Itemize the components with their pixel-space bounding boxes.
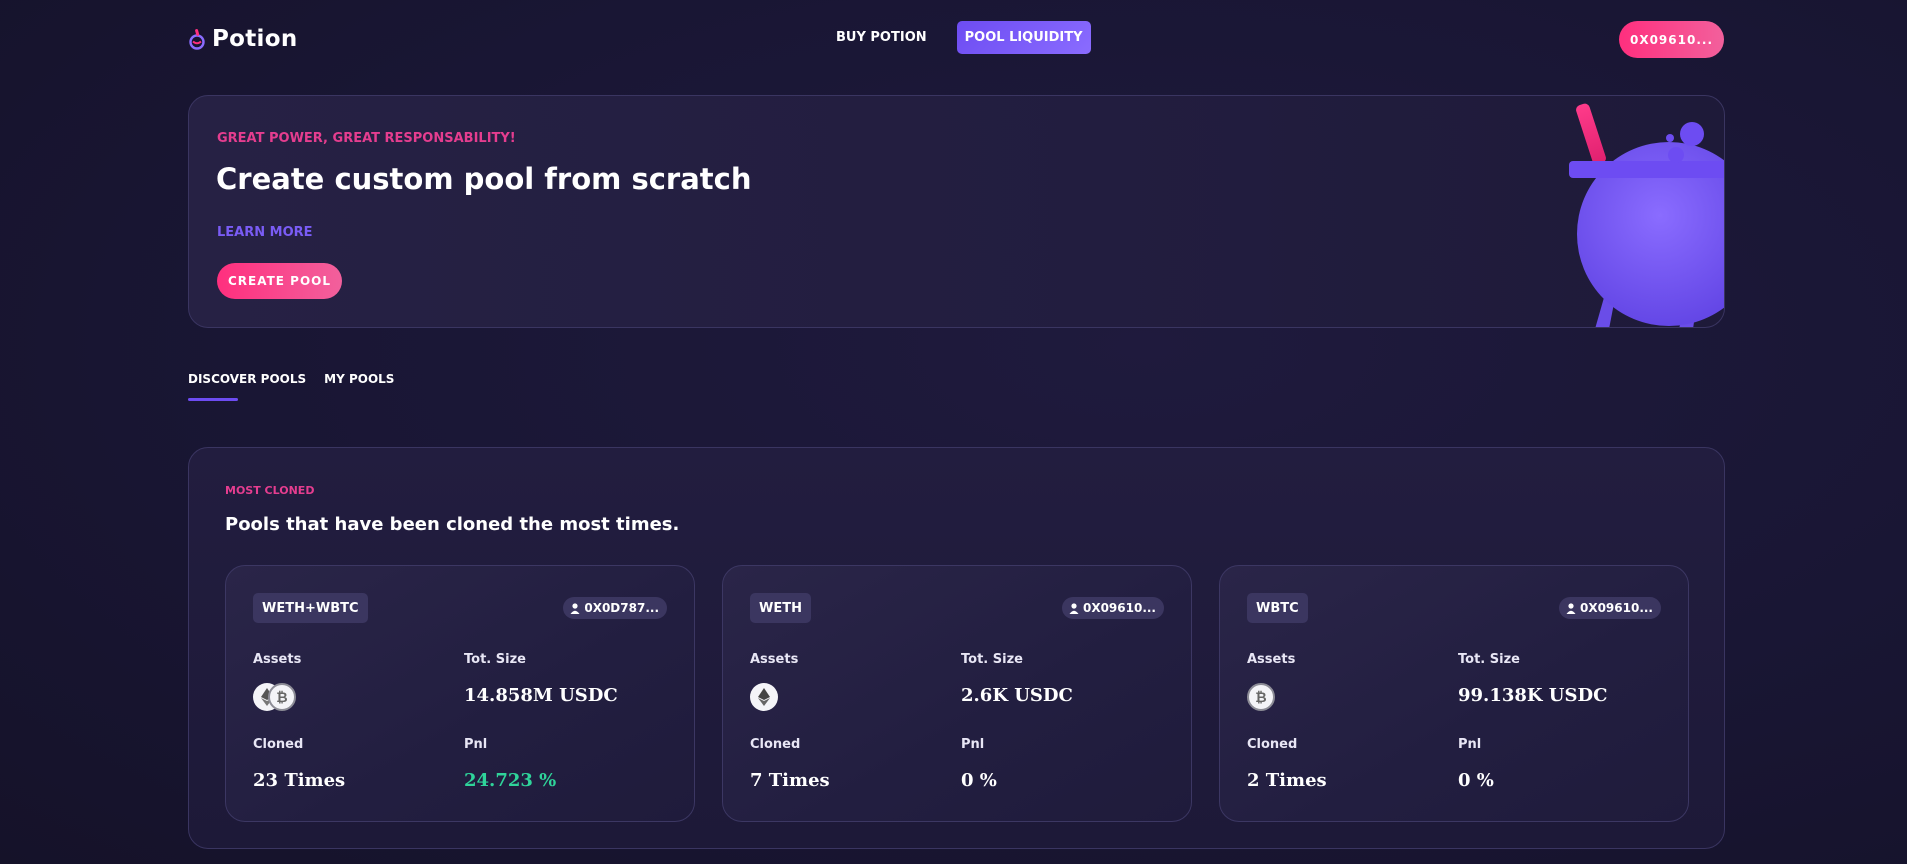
active-tab-indicator — [188, 398, 238, 401]
nav-pool-liquidity[interactable]: POOL LIQUIDITY — [956, 21, 1091, 54]
top-header: Potion BUY POTION POOL LIQUIDITY 0X09610… — [0, 0, 1907, 80]
owner-address: 0X0D787... — [584, 601, 659, 615]
cloned-label: Cloned — [1247, 737, 1298, 752]
cloned-count: 23 Times — [253, 770, 346, 791]
pnl-value: 24.723 % — [464, 770, 557, 791]
btc-icon: ₿ — [268, 683, 296, 711]
hero-title: Create custom pool from scratch — [216, 162, 752, 196]
potion-logo-icon — [189, 29, 205, 50]
logo[interactable]: Potion — [188, 26, 298, 52]
tab-discover-pools[interactable]: DISCOVER POOLS — [188, 372, 306, 386]
pool-size: 14.858M USDC — [464, 685, 618, 706]
pool-name: WETH — [750, 593, 811, 623]
pool-tabs: DISCOVER POOLS MY POOLS — [188, 372, 394, 386]
pool-card[interactable]: WBTC 0X09610... Assets Tot. Size ₿ 99.13… — [1219, 565, 1689, 822]
user-icon — [570, 602, 580, 614]
pnl-label: Pnl — [464, 737, 488, 752]
pool-name: WBTC — [1247, 593, 1308, 623]
cloned-count: 7 Times — [750, 770, 830, 791]
eth-icon — [750, 683, 778, 711]
pool-name: WETH+WBTC — [253, 593, 368, 623]
assets-label: Assets — [253, 652, 302, 667]
assets-list: ₿ — [253, 683, 296, 711]
wallet-button[interactable]: 0X09610... — [1619, 21, 1724, 58]
assets-label: Assets — [750, 652, 799, 667]
create-pool-banner: GREAT POWER, GREAT RESPONSABILITY! Creat… — [188, 95, 1725, 328]
owner-address: 0X09610... — [1082, 601, 1156, 615]
pnl-value: 0 % — [1458, 770, 1494, 791]
logo-text: Potion — [212, 26, 298, 52]
assets-list: ₿ — [1247, 683, 1275, 711]
cloned-label: Cloned — [253, 737, 304, 752]
pnl-label: Pnl — [1458, 737, 1482, 752]
most-cloned-section: MOST CLONED Pools that have been cloned … — [188, 447, 1725, 849]
pnl-label: Pnl — [961, 737, 985, 752]
cloned-count: 2 Times — [1247, 770, 1327, 791]
main-nav: BUY POTION POOL LIQUIDITY — [828, 21, 1091, 54]
size-label: Tot. Size — [961, 652, 1023, 667]
user-icon — [1069, 602, 1079, 614]
create-pool-button[interactable]: CREATE POOL — [217, 263, 342, 299]
size-label: Tot. Size — [464, 652, 526, 667]
pnl-value: 0 % — [961, 770, 997, 791]
hero-kicker: GREAT POWER, GREAT RESPONSABILITY! — [217, 131, 516, 146]
user-icon — [1566, 602, 1576, 614]
assets-label: Assets — [1247, 652, 1296, 667]
btc-icon: ₿ — [1247, 683, 1275, 711]
tab-my-pools[interactable]: MY POOLS — [324, 372, 394, 386]
size-label: Tot. Size — [1458, 652, 1520, 667]
section-kicker: MOST CLONED — [225, 484, 315, 497]
section-title: Pools that have been cloned the most tim… — [225, 514, 680, 535]
pool-size: 2.6K USDC — [961, 685, 1073, 706]
pool-owner[interactable]: 0X09610... — [1061, 597, 1164, 619]
pool-owner[interactable]: 0X0D787... — [563, 597, 667, 619]
assets-list — [750, 683, 778, 711]
cloned-label: Cloned — [750, 737, 801, 752]
cauldron-illustration — [1569, 103, 1724, 327]
learn-more-link[interactable]: LEARN MORE — [217, 225, 313, 240]
pool-card[interactable]: WETH 0X09610... Assets Tot. Size 2.6K US… — [722, 565, 1192, 822]
owner-address: 0X09610... — [1579, 601, 1653, 615]
pool-size: 99.138K USDC — [1458, 685, 1608, 706]
pool-owner[interactable]: 0X09610... — [1558, 597, 1661, 619]
nav-buy-potion[interactable]: BUY POTION — [828, 21, 935, 54]
pool-card[interactable]: WETH+WBTC 0X0D787... Assets Tot. Size ₿ … — [225, 565, 695, 822]
